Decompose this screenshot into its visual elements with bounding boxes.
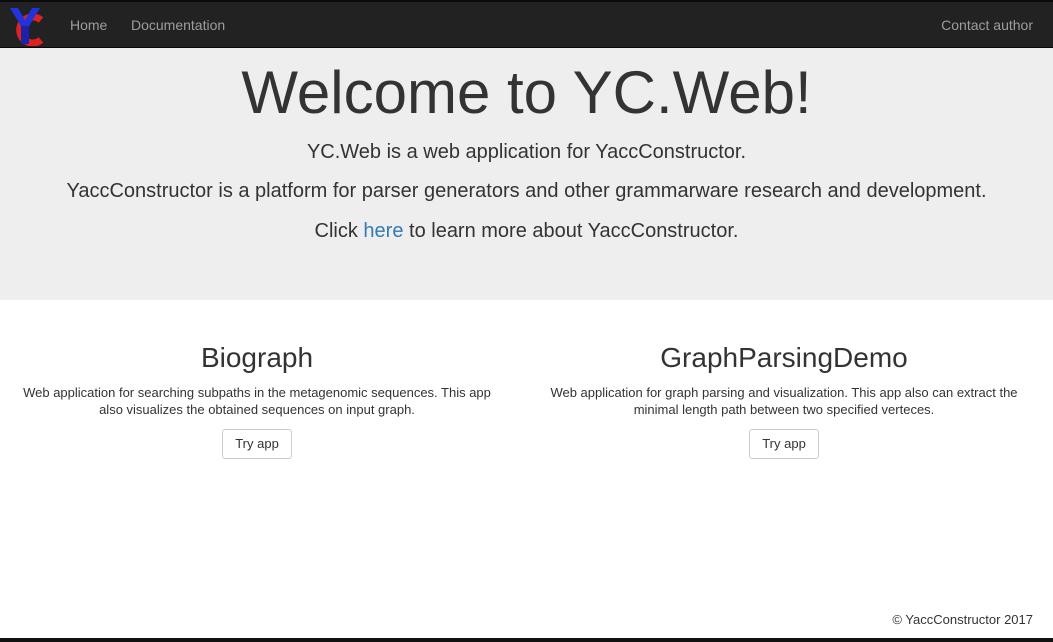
bottom-divider [0, 638, 1053, 642]
hero-section: Welcome to YC.Web! YC.Web is a web appli… [0, 48, 1053, 300]
nav-contact-author-link[interactable]: Contact author [941, 17, 1033, 33]
yc-logo-icon[interactable]: YC [8, 6, 46, 46]
page-title: Welcome to YC.Web! [241, 59, 812, 126]
try-graphparsingdemo-button[interactable]: Try app [749, 429, 819, 459]
app-description: Web application for graph parsing and vi… [550, 385, 1018, 417]
hero-learn-more-text: to learn more about YaccConstructor. [403, 220, 739, 242]
hero-line-intro: YC.Web is a web application for YaccCons… [306, 141, 747, 163]
try-biograph-button[interactable]: Try app [222, 429, 292, 459]
hero-click-text: Click [314, 220, 364, 242]
footer-copyright: © YaccConstructor 2017 [892, 612, 1033, 627]
here-link[interactable]: here [363, 220, 403, 242]
app-description: Web application for searching subpaths i… [23, 385, 491, 417]
app-title: GraphParsingDemo [660, 342, 908, 373]
nav-documentation-link[interactable]: Documentation [131, 17, 225, 33]
hero-line-learn-more: Click here to learn more about YaccConst… [0, 219, 1053, 243]
app-card-biograph: Biograph Web application for searching s… [12, 340, 502, 459]
navbar: YC Home Documentation Contact author [0, 0, 1053, 48]
app-title: Biograph [200, 342, 314, 373]
app-card-graphparsingdemo: GraphParsingDemo Web application for gra… [545, 340, 1023, 459]
hero-line-platform: YaccConstructor is a platform for parser… [66, 180, 987, 202]
nav-home-link[interactable]: Home [70, 17, 107, 33]
